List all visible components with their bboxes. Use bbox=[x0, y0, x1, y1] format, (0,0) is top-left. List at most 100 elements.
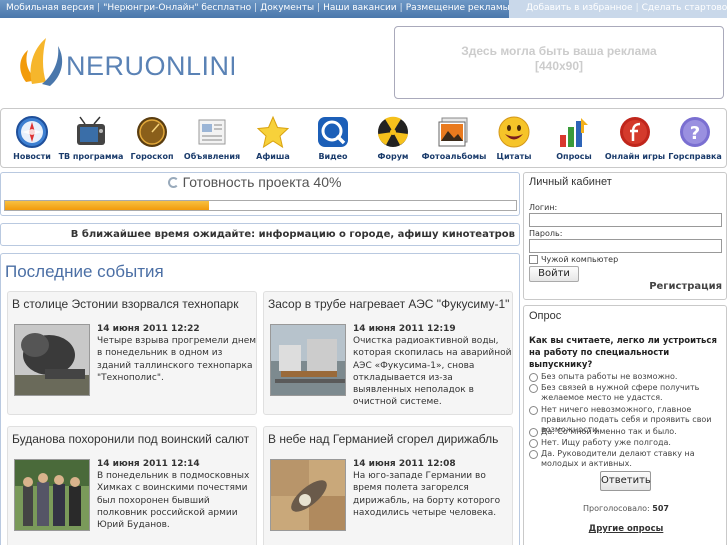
nav-label: Цитаты bbox=[496, 152, 532, 161]
login-panel-title: Личный кабинет bbox=[529, 176, 612, 188]
nav-label: Фотоальбомы bbox=[421, 152, 487, 161]
poll-option-label: Нет. Ищу работу уже полгода. bbox=[541, 438, 671, 447]
link-add-favorites[interactable]: Добавить в избранное bbox=[526, 3, 633, 13]
news-thumbnail[interactable] bbox=[14, 459, 90, 531]
vote-count: Проголосовало: 507 bbox=[524, 504, 727, 513]
news-title[interactable]: Буданова похоронили под воинский салют bbox=[12, 432, 249, 446]
poll-option[interactable]: Без связей в нужной сфере получить желае… bbox=[529, 383, 725, 403]
news-photo bbox=[15, 325, 89, 395]
radio-button[interactable] bbox=[529, 373, 538, 382]
other-polls-link[interactable]: Другие опросы bbox=[524, 524, 727, 534]
foreign-computer-label: Чужой компьютер bbox=[541, 255, 619, 264]
news-date: 14 июня 2011 12:14 bbox=[97, 459, 200, 469]
nav-quotes[interactable]: Цитаты bbox=[481, 115, 547, 161]
compass-icon bbox=[16, 116, 48, 148]
password-field[interactable] bbox=[529, 239, 722, 253]
nav-forum[interactable]: Форум bbox=[360, 115, 426, 161]
poll-option[interactable]: Да. Руководители делают ставку на молоды… bbox=[529, 449, 725, 469]
help-icon: ? bbox=[680, 117, 710, 147]
poll-option[interactable]: Нет. Ищу работу уже полгода. bbox=[529, 438, 725, 448]
ad-banner[interactable]: Здесь могла быть ваша реклама [440x90] bbox=[394, 26, 724, 99]
nav-ads[interactable]: Объявления bbox=[179, 115, 245, 161]
poll-panel: Опрос Как вы считаете, легко ли устроить… bbox=[523, 305, 727, 545]
login-panel: Личный кабинет Логин: Пароль: Чужой комп… bbox=[523, 172, 727, 300]
logo-icon: NERUONLINE bbox=[20, 38, 248, 86]
link-vacancies[interactable]: Наши вакансии bbox=[323, 3, 397, 13]
notice-box: В ближайшее время ожидайте: информацию о… bbox=[0, 223, 520, 246]
ad-text: Здесь могла быть ваша реклама bbox=[461, 44, 657, 58]
nav-photo[interactable]: Фотоальбомы bbox=[421, 115, 487, 161]
poll-option-label: Да. Со мной именно так и было. bbox=[541, 427, 677, 436]
link-make-homepage[interactable]: Сделать стартовой bbox=[642, 3, 727, 13]
news-thumbnail[interactable] bbox=[14, 324, 90, 396]
news-card: Буданова похоронили под воинский салют 1… bbox=[7, 426, 257, 545]
news-photo bbox=[15, 460, 89, 530]
main-nav: Новости ТВ программа Гороскоп Объявления… bbox=[0, 108, 727, 168]
vote-button[interactable]: Ответить bbox=[600, 471, 651, 491]
link-advertising[interactable]: Размещение рекламы bbox=[406, 3, 510, 13]
news-title[interactable]: В столице Эстонии взорвался технопарк bbox=[12, 297, 238, 311]
radio-button[interactable] bbox=[529, 384, 538, 393]
nav-label: Гороскоп bbox=[130, 152, 174, 161]
radio-button[interactable] bbox=[529, 450, 538, 459]
nav-games[interactable]: Онлайн игры bbox=[602, 115, 668, 161]
nav-polls[interactable]: Опросы bbox=[541, 115, 607, 161]
news-photo bbox=[271, 460, 345, 530]
link-separator: | bbox=[97, 3, 101, 13]
nav-label: Афиша bbox=[256, 152, 290, 161]
news-photo bbox=[271, 325, 345, 395]
news-summary: Очистка радиоактивной воды, которая скоп… bbox=[353, 336, 512, 408]
progress-text: Готовность проекта 40% bbox=[167, 174, 342, 190]
poll-option-label: Да. Руководители делают ставку на молоды… bbox=[541, 449, 695, 468]
news-thumbnail[interactable] bbox=[270, 324, 346, 396]
photo-icon bbox=[438, 117, 468, 147]
news-summary: На юго-западе Германии во время полета з… bbox=[353, 471, 501, 518]
header: NERUONLINE Здесь могла быть ваша реклама… bbox=[0, 18, 727, 106]
news-title[interactable]: Засор в трубе нагревает АЭС "Фукусиму-1" bbox=[268, 297, 509, 311]
register-link[interactable]: Регистрация bbox=[649, 281, 722, 292]
top-links: Мобильная версия | "Нерюнгри-Онлайн" беспл… bbox=[6, 3, 510, 13]
link-documents[interactable]: Документы bbox=[260, 3, 314, 13]
notice-text: В ближайшее время ожидайте: информацию о… bbox=[70, 229, 515, 240]
video-icon bbox=[318, 117, 348, 147]
nav-tv[interactable]: ТВ программа bbox=[58, 115, 124, 161]
nav-horoscope[interactable]: Гороскоп bbox=[119, 115, 185, 161]
news-title[interactable]: В небе над Германией сгорел дирижабль bbox=[268, 432, 498, 446]
news-thumbnail[interactable] bbox=[270, 459, 346, 531]
login-field[interactable] bbox=[529, 213, 722, 227]
link-mobile-version[interactable]: Мобильная версия bbox=[6, 3, 94, 13]
progress-bar-fill bbox=[5, 201, 210, 210]
top-right-links: Добавить в избранное | Сделать стартовой bbox=[509, 0, 727, 18]
news-heading: Последние события bbox=[5, 262, 164, 281]
link-separator: | bbox=[254, 3, 258, 13]
poll-option[interactable]: Да. Со мной именно так и было. bbox=[529, 427, 725, 437]
news-date: 14 июня 2011 12:19 bbox=[353, 324, 456, 334]
project-progress: Готовность проекта 40% bbox=[0, 172, 520, 216]
nav-label: Форум bbox=[377, 152, 409, 161]
foreign-computer-checkbox[interactable] bbox=[529, 255, 538, 264]
nav-label: ТВ программа bbox=[58, 152, 124, 161]
star-icon bbox=[256, 115, 290, 149]
news-summary: В понедельник в подмосковных Химках с во… bbox=[97, 471, 250, 531]
news-card: В небе над Германией сгорел дирижабль 14… bbox=[263, 426, 513, 545]
svg-text:?: ? bbox=[690, 123, 700, 144]
news-date: 14 июня 2011 12:08 bbox=[353, 459, 456, 469]
login-button[interactable]: Войти bbox=[529, 266, 579, 282]
site-logo[interactable]: NERUONLINE bbox=[12, 32, 248, 90]
nav-news[interactable]: Новости bbox=[0, 115, 65, 161]
nav-afisha[interactable]: Афиша bbox=[240, 115, 306, 161]
radio-button[interactable] bbox=[529, 439, 538, 448]
nav-video[interactable]: Видео bbox=[300, 115, 366, 161]
nav-label: Объявления bbox=[183, 152, 241, 161]
poll-option[interactable]: Без опыта работы не возможно. bbox=[529, 372, 725, 382]
news-card: Засор в трубе нагревает АЭС "Фукусиму-1"… bbox=[263, 291, 513, 415]
nav-help[interactable]: ? Горсправка bbox=[662, 115, 727, 161]
top-bar: Мобильная версия | "Нерюнгри-Онлайн" беспл… bbox=[0, 0, 727, 18]
progress-label: Готовность проекта 40% bbox=[182, 174, 342, 190]
ads-icon bbox=[198, 119, 226, 145]
news-card: В столице Эстонии взорвался технопарк 14… bbox=[7, 291, 257, 415]
link-free-version[interactable]: "Нерюнгри-Онлайн" бесплатно bbox=[103, 3, 251, 13]
radio-button[interactable] bbox=[529, 428, 538, 437]
radio-button[interactable] bbox=[529, 406, 538, 415]
vote-count-value: 507 bbox=[652, 504, 669, 513]
